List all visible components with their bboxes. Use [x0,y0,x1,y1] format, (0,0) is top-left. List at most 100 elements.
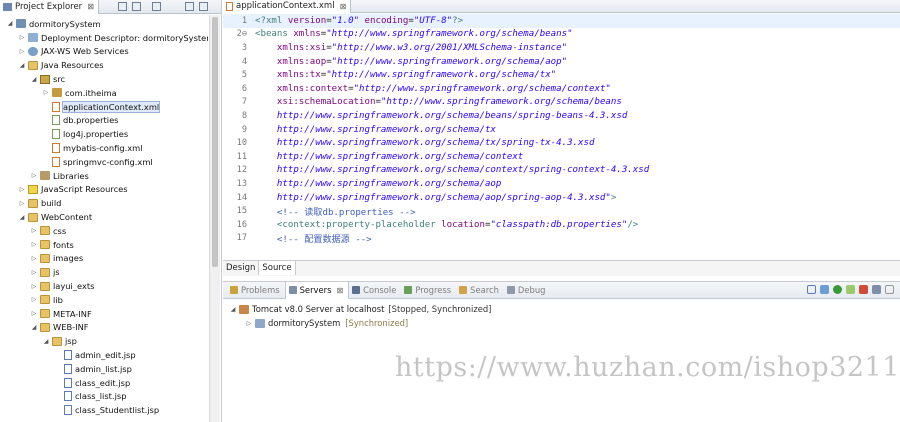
view-menu-icon[interactable] [152,2,161,11]
tree-item[interactable]: mybatis-config.xml [42,141,143,155]
module-row[interactable]: ▷ dormitorySystem [Synchronized] [245,316,409,330]
tree-item[interactable]: ◢ Java Resources [18,58,104,72]
tab-debug[interactable]: Debug [504,282,551,299]
minimize-icon[interactable] [185,2,194,11]
code-line[interactable]: 7 xsi:schemaLocation="http://www.springf… [223,96,900,110]
close-icon[interactable]: ⊠ [340,2,347,11]
code-line[interactable]: 8 http://www.springframework.org/schema/… [223,109,900,123]
code-line[interactable]: 9 http://www.springframework.org/schema/… [223,123,900,137]
expand-arrow-icon[interactable]: ▷ [18,186,26,193]
code-line[interactable]: 13 http://www.springframework.org/schema… [223,177,900,191]
code-editor[interactable]: 1 <?xml version="1.0" encoding="UTF-8"?> 2… [223,13,900,247]
tab-source[interactable]: Source [259,261,296,275]
tree-item[interactable]: class_Studentlist.jsp [54,403,159,417]
tab-progress[interactable]: Progress [401,282,456,299]
tree-item[interactable]: ◢ jsp [42,334,77,348]
editor-tab-label: applicationContext.xml [236,1,335,11]
code-line[interactable]: 2⊖ <beans xmlns="http://www.springframewo… [223,28,900,42]
collapse-arrow-icon[interactable]: ◢ [18,62,26,69]
code-line[interactable]: 6 xmlns:context="http://www.springframew… [223,82,900,96]
code-line[interactable]: 5 xmlns:tx="http://www.springframework.o… [223,68,900,82]
tree-item[interactable]: log4j.properties [42,127,128,141]
tab-applicationcontext-xml[interactable]: applicationContext.xml ⊠ [223,0,352,13]
collapse-icon[interactable] [807,285,816,294]
tree-item[interactable]: ▷ css [30,224,67,238]
debug-server-icon[interactable] [820,285,829,294]
code-line[interactable]: 11 http://www.springframework.org/schema… [223,150,900,164]
expand-icon[interactable]: ◢ [229,306,237,313]
expand-arrow-icon[interactable]: ▷ [30,296,38,303]
expand-arrow-icon[interactable]: ▷ [18,48,26,55]
start-server-icon[interactable] [833,285,842,294]
publish-icon[interactable] [872,285,881,294]
tree-item[interactable]: admin_edit.jsp [54,348,136,362]
collapse-arrow-icon[interactable]: ◢ [30,324,38,331]
minimize-icon[interactable] [885,285,894,294]
expand-arrow-icon[interactable]: ▷ [30,227,38,234]
expand-arrow-icon[interactable]: ▷ [30,269,38,276]
tab-problems[interactable]: Problems [227,282,285,299]
tree-item[interactable]: ▷ JAX-WS Web Services [18,45,129,59]
collapse-arrow-icon[interactable]: ◢ [6,20,14,27]
server-row[interactable]: ◢ Tomcat v8.0 Server at localhost [Stopp… [229,302,492,316]
expand-arrow-icon[interactable]: ▷ [30,283,38,290]
code-line-text: <!-- 配置数据源 --> [251,231,372,245]
code-line[interactable]: 16 <context:property-placeholder locatio… [223,218,900,232]
close-icon[interactable]: ⊠ [87,2,94,11]
expand-arrow-icon[interactable]: ▷ [18,200,26,207]
expand-icon[interactable]: ▷ [245,320,253,327]
tree-item[interactable]: springmvc-config.xml [42,155,153,169]
tab-servers[interactable]: Servers ⊠ [284,281,350,299]
expand-arrow-icon[interactable]: ▷ [30,310,38,317]
collapse-arrow-icon[interactable]: ◢ [30,76,38,83]
code-line[interactable]: 12 http://www.springframework.org/schema… [223,164,900,178]
tree-item[interactable]: ▷ META-INF [30,307,92,321]
explorer-scrollbar[interactable] [209,15,220,422]
tab-console[interactable]: Console [349,282,401,299]
code-line[interactable]: 18⊖ <bean id="dataSource" [223,245,900,248]
tree-item[interactable]: ▷ js [30,265,60,279]
tree-item[interactable]: ▷ com.itheima [42,86,117,100]
tree-item[interactable]: ◢ WebContent [18,210,92,224]
code-line[interactable]: 3 xmlns:xsi="http://www.w3.org/2001/XMLS… [223,41,900,55]
expand-arrow-icon[interactable]: ▷ [30,241,38,248]
code-line[interactable]: 17 <!-- 配置数据源 --> [223,231,900,245]
collapse-arrow-icon[interactable]: ◢ [18,214,26,221]
tree-item[interactable]: ▷ Deployment Descriptor: dormitorySystem [18,31,208,45]
code-line[interactable]: 4 xmlns:aop="http://www.springframework.… [223,55,900,69]
expand-arrow-icon[interactable]: ▷ [42,89,50,96]
code-line[interactable]: 15 <!-- 读取db.properties --> [223,204,900,218]
tree-item[interactable]: ▷ Libraries [30,169,89,183]
profile-server-icon[interactable] [846,285,855,294]
explorer-scroll-thumb[interactable] [212,17,218,267]
tree-item[interactable]: ▷ layui_exts [30,279,95,293]
tab-project-explorer[interactable]: Project Explorer ⊠ [0,0,99,14]
tree-item[interactable]: db.properties [42,114,119,128]
expand-arrow-icon[interactable]: ▷ [30,255,38,262]
code-line[interactable]: 10 http://www.springframework.org/schema… [223,136,900,150]
tree-item[interactable]: ▷ JavaScript Resources [18,183,128,197]
code-line[interactable]: 1 <?xml version="1.0" encoding="UTF-8"?> [223,14,900,28]
tree-item[interactable]: class_edit.jsp [54,376,130,390]
tree-item[interactable]: admin_list.jsp [54,362,132,376]
tab-search[interactable]: Search [456,282,504,299]
maximize-icon[interactable] [199,2,208,11]
tree-item[interactable]: ◢ WEB-INF [30,321,89,335]
stop-server-icon[interactable] [859,285,868,294]
tree-item[interactable]: ▷ images [30,252,83,266]
tree-item[interactable]: ▷ build [18,196,62,210]
tree-item[interactable]: ◢ src [30,72,65,86]
tree-item[interactable]: ◢ dormitorySystem [6,17,101,31]
tree-item[interactable]: class_list.jsp [54,390,126,404]
link-with-editor-icon[interactable] [132,2,141,11]
tree-item[interactable]: applicationContext.xml [42,100,161,114]
expand-arrow-icon[interactable]: ▷ [18,34,26,41]
expand-arrow-icon[interactable]: ▷ [30,172,38,179]
tab-design[interactable]: Design [223,261,260,275]
collapse-all-icon[interactable] [118,2,127,11]
collapse-arrow-icon[interactable]: ◢ [42,338,50,345]
tree-item[interactable]: ▷ fonts [30,238,74,252]
code-line[interactable]: 14 http://www.springframework.org/schema… [223,191,900,205]
close-icon[interactable]: ⊠ [336,286,343,295]
tree-item[interactable]: ▷ lib [30,293,63,307]
